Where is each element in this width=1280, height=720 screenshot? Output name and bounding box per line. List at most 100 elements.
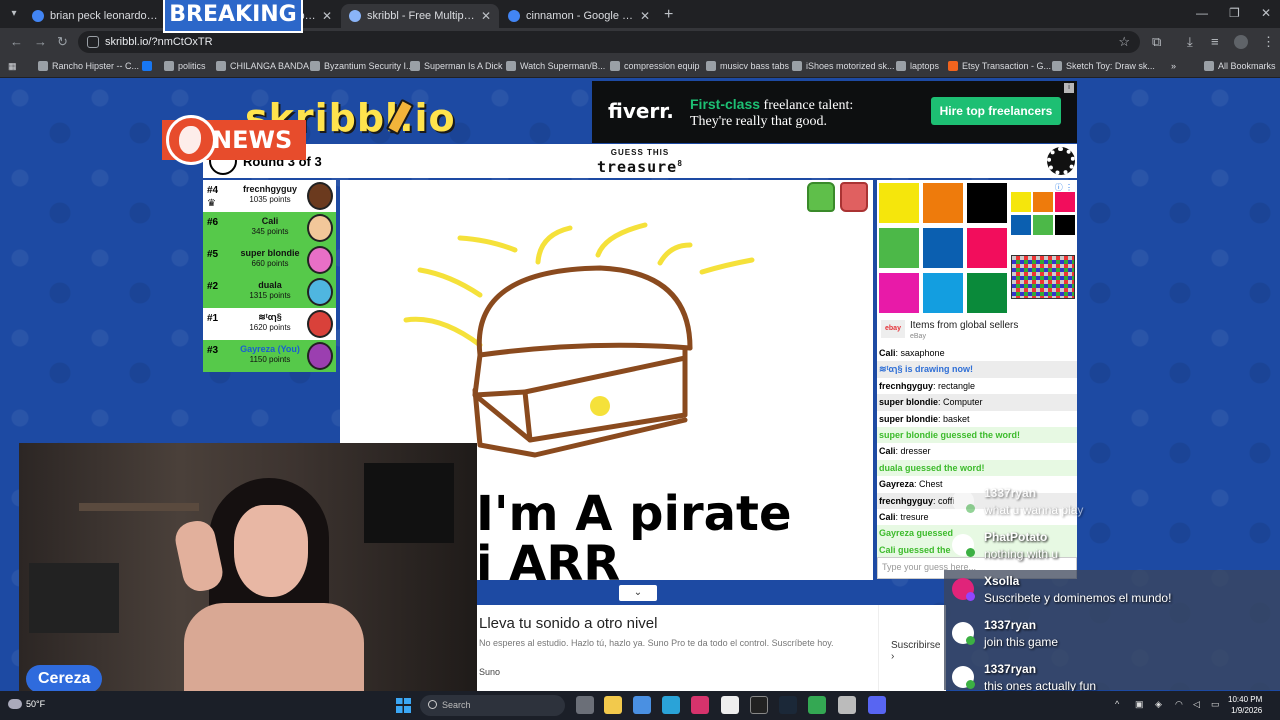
extensions-icon[interactable]: ⧉	[1152, 34, 1161, 50]
restore-icon[interactable]: ❐	[1229, 6, 1240, 20]
player-card[interactable]: #6 Cali 345 points	[203, 212, 336, 244]
subscribe-button[interactable]: Suscribirse ›	[891, 640, 946, 662]
tray-app-icon[interactable]: ▣	[1135, 699, 1144, 710]
bookmark-item[interactable]: laptops	[896, 61, 939, 71]
bookmark-item[interactable]: CHILANGA BANDA	[216, 61, 309, 71]
steam-icon[interactable]	[779, 696, 797, 714]
tab-search-button[interactable]: ▾	[6, 6, 22, 22]
fiverr-ad[interactable]: fiverr. First-class freelance talent: Th…	[592, 81, 1077, 143]
bookmark-item[interactable]: Rancho Hipster -- C...	[38, 61, 139, 71]
chatter-name: 1337ryan	[984, 662, 1037, 676]
windows-start-icon[interactable]	[396, 698, 411, 713]
file-explorer-icon[interactable]	[604, 696, 622, 714]
battery-icon[interactable]: ▭	[1211, 699, 1220, 710]
color-swatch[interactable]	[879, 228, 919, 268]
chat-user: Cali	[879, 511, 896, 522]
color-swatch[interactable]	[967, 228, 1007, 268]
bookmark-icon	[506, 61, 516, 71]
color-swatch[interactable]	[923, 228, 963, 268]
player-card[interactable]: #3 Gayreza (You) 1150 points	[203, 340, 336, 372]
color-swatch-small[interactable]	[1055, 192, 1075, 212]
volume-icon[interactable]: ◁	[1193, 699, 1200, 710]
minimize-icon[interactable]: —	[1196, 6, 1208, 20]
bookmark-item[interactable]: Sketch Toy: Draw sk...	[1052, 61, 1155, 71]
streamer-face	[234, 505, 308, 597]
back-icon[interactable]: ←	[10, 34, 23, 49]
close-window-icon[interactable]: ✕	[1261, 6, 1271, 20]
color-swatch-small[interactable]	[1055, 215, 1075, 235]
obs-icon[interactable]	[838, 696, 856, 714]
color-picker-grid[interactable]	[1011, 255, 1075, 299]
chatter-name: Xsolla	[984, 574, 1020, 588]
ebay-ad[interactable]: ebay Items from global sellers eBay	[877, 315, 1077, 345]
taskbar-clock[interactable]: 10:40 PM 1/9/2026	[1228, 694, 1262, 716]
color-swatch-small[interactable]	[1011, 192, 1031, 212]
thumbs-down-icon[interactable]	[840, 182, 868, 212]
weather-widget[interactable]: 50°F	[8, 699, 45, 709]
player-card[interactable]: #5 super blondie 660 points	[203, 244, 336, 276]
browser-tab[interactable]: skribbl - Free Multiplayer D ✕	[341, 4, 499, 28]
forward-icon[interactable]: →	[34, 34, 47, 49]
tab-close-icon[interactable]: ✕	[322, 9, 332, 23]
browser-tab[interactable]: brian peck leonardo dicaprio -✕	[24, 4, 182, 28]
copilot-icon[interactable]	[633, 696, 651, 714]
tray-app-icon-2[interactable]: ◈	[1155, 699, 1162, 710]
color-swatch-small[interactable]	[1033, 192, 1053, 212]
color-swatch[interactable]	[923, 273, 963, 313]
color-swatch-small[interactable]	[1033, 215, 1053, 235]
thumbs-up-icon[interactable]	[807, 182, 835, 212]
adchoices-icon[interactable]: i	[1064, 83, 1074, 93]
sun-rays	[403, 222, 755, 348]
bookmark-item[interactable]: Superman Is A Dick	[410, 61, 503, 71]
color-swatch[interactable]	[967, 183, 1007, 223]
all-bookmarks[interactable]: All Bookmarks	[1204, 61, 1276, 71]
browser-tab[interactable]: cinnamon - Google Search ✕	[500, 4, 658, 28]
chat-text: saxaphone	[900, 348, 945, 358]
player-card[interactable]: #4 frecnhgyguy 1035 points ♛	[203, 180, 336, 212]
settings-gear-icon[interactable]	[1047, 147, 1075, 175]
bookmark-item[interactable]: iShoes motorized sk...	[792, 61, 895, 71]
download-icon[interactable]: ⤓	[1187, 34, 1193, 50]
site-info-icon[interactable]	[87, 36, 99, 48]
profile-avatar[interactable]	[1234, 35, 1248, 49]
hanging-shirt	[364, 463, 454, 543]
bookmark-item[interactable]: politics	[164, 61, 206, 71]
new-tab-button[interactable]: +	[664, 6, 673, 24]
tray-overflow-icon[interactable]: ^	[1115, 699, 1119, 709]
player-card[interactable]: #1 ≋ᵗαɿ§ 1620 points	[203, 308, 336, 340]
color-swatch[interactable]	[923, 183, 963, 223]
discord-icon[interactable]	[868, 696, 886, 714]
x-icon[interactable]	[750, 696, 768, 714]
reload-icon[interactable]: ↻	[57, 34, 68, 50]
instagram-icon[interactable]	[691, 696, 709, 714]
color-swatch[interactable]	[879, 273, 919, 313]
edge-icon[interactable]	[662, 696, 680, 714]
address-bar[interactable]: skribbl.io/?nmCtOxTR ☆	[78, 31, 1140, 53]
apps-icon[interactable]: ▦	[8, 61, 17, 72]
taskbar-search[interactable]: Search	[420, 695, 565, 716]
amazon-icon[interactable]	[721, 696, 739, 714]
more-bookmarks-icon[interactable]: »	[1171, 61, 1176, 71]
wifi-icon[interactable]: ◠	[1175, 699, 1183, 710]
color-swatch[interactable]	[967, 273, 1007, 313]
color-swatch[interactable]	[879, 183, 919, 223]
chevron-down-icon[interactable]: ⌄	[619, 585, 657, 601]
chrome-icon[interactable]	[808, 696, 826, 714]
bookmark-item[interactable]: Byzantium Security I...	[310, 61, 414, 71]
player-list: #4 frecnhgyguy 1035 points ♛ #6 Cali 345 point…	[203, 180, 336, 372]
bookmark-star-icon[interactable]: ☆	[1118, 34, 1130, 50]
tab-close-icon[interactable]: ✕	[640, 9, 650, 23]
bookmark-item[interactable]: compression equip	[610, 61, 700, 71]
reading-list-icon[interactable]: ≡	[1211, 34, 1219, 49]
color-swatch-small[interactable]	[1011, 215, 1031, 235]
player-card[interactable]: #2 duala 1315 points	[203, 276, 336, 308]
hire-freelancers-button[interactable]: Hire top freelancers	[931, 97, 1061, 125]
bookmark-item[interactable]: Etsy Transaction - G...	[948, 61, 1051, 71]
task-view-icon[interactable]	[576, 696, 594, 714]
suno-ad[interactable]: Lleva tu sonido a otro nivel No esperes …	[476, 605, 946, 691]
tab-close-icon[interactable]: ✕	[481, 9, 491, 23]
bookmark-item[interactable]: Watch Superman/B...	[506, 61, 605, 71]
menu-icon[interactable]: ⋮	[1262, 34, 1275, 50]
bookmark-item[interactable]: musicv bass tabs	[706, 61, 789, 71]
bookmark-item[interactable]	[142, 61, 156, 71]
